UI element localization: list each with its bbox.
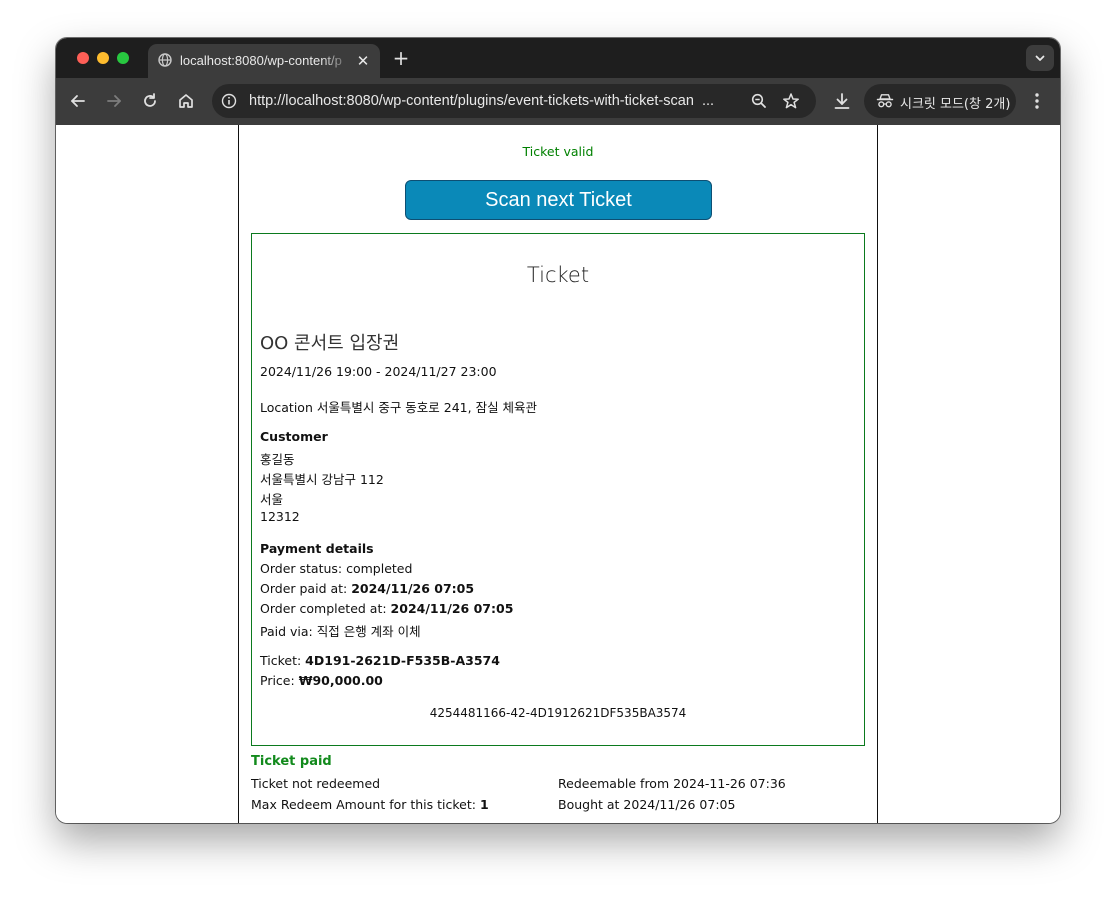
ticket-price-label: Price: xyxy=(260,673,299,688)
incognito-indicator[interactable]: 시크릿 모드(창 2개) xyxy=(864,84,1016,118)
incognito-label: 시크릿 모드(창 2개) xyxy=(900,97,1011,112)
max-redeem-amount: Max Redeem Amount for this ticket: 1 xyxy=(251,797,489,812)
plus-icon[interactable]: + xyxy=(390,47,412,69)
ticket-price-value: ₩90,000.00 xyxy=(298,673,383,688)
customer-name: 홍길동 xyxy=(260,452,295,467)
order-paid-value: 2024/11/26 07:05 xyxy=(351,581,475,596)
browser-toolbar: http://localhost:8080/wp-content/plugins… xyxy=(56,78,1060,125)
home-icon[interactable] xyxy=(175,90,197,112)
max-redeem-label: Max Redeem Amount for this ticket: xyxy=(251,797,480,812)
content-column: Ticket valid Scan next Ticket Ticket OO … xyxy=(238,125,878,823)
tab-active[interactable]: localhost:8080/wp-content/p ✕ xyxy=(148,44,380,78)
ticket-code: 4254481166-42-4D1912621DF535BA3574 xyxy=(429,706,687,720)
chevron-down-icon xyxy=(1034,52,1046,64)
order-completed-value: 2024/11/26 07:05 xyxy=(390,601,514,616)
url-ellipsis: ... xyxy=(702,93,715,109)
event-name: OO 콘서트 입장권 xyxy=(260,333,400,354)
address-bar[interactable]: http://localhost:8080/wp-content/plugins… xyxy=(212,84,816,118)
bought-at: Bought at 2024/11/26 07:05 xyxy=(558,797,736,812)
reload-icon[interactable] xyxy=(139,90,161,112)
customer-zip: 12312 xyxy=(260,509,300,524)
ticket-number-value: 4D191-2621D-F535B-A3574 xyxy=(305,653,500,668)
order-paid-label: Order paid at: xyxy=(260,581,352,596)
info-icon[interactable] xyxy=(221,93,237,109)
maximize-window-button[interactable] xyxy=(117,52,129,64)
close-window-button[interactable] xyxy=(77,52,89,64)
customer-label: Customer xyxy=(260,429,328,444)
forward-arrow-icon[interactable] xyxy=(103,90,125,112)
payment-details-label: Payment details xyxy=(260,541,374,556)
paid-via: Paid via: 직접 은행 계좌 이체 xyxy=(260,624,421,639)
redeemable-from: Redeemable from 2024-11-26 07:36 xyxy=(558,776,786,791)
star-icon[interactable] xyxy=(782,92,800,110)
ticket-valid-message: Ticket valid xyxy=(522,144,594,159)
tab-search-button[interactable] xyxy=(1026,45,1054,71)
incognito-icon xyxy=(876,92,894,110)
page-viewport: Ticket valid Scan next Ticket Ticket OO … xyxy=(56,125,1060,823)
order-completed-label: Order completed at: xyxy=(260,601,391,616)
url-text[interactable]: http://localhost:8080/wp-content/plugins… xyxy=(249,93,704,111)
ticket-card: Ticket OO 콘서트 입장권 2024/11/26 19:00 - 202… xyxy=(251,233,865,746)
globe-icon xyxy=(158,53,172,67)
download-icon[interactable] xyxy=(831,90,853,112)
more-vert-icon[interactable] xyxy=(1030,90,1044,112)
close-icon[interactable]: ✕ xyxy=(354,52,372,70)
tab-title-fade xyxy=(320,50,354,72)
ticket-paid-status: Ticket paid xyxy=(251,754,332,769)
ticket-number-label: Ticket: xyxy=(260,653,306,668)
ticket-heading: Ticket xyxy=(526,263,590,287)
order-status: Order status: completed xyxy=(260,561,413,576)
tab-strip: localhost:8080/wp-content/p ✕ + xyxy=(56,38,1060,78)
zoom-icon[interactable] xyxy=(750,92,768,110)
minimize-window-button[interactable] xyxy=(97,52,109,64)
redeem-status: Ticket not redeemed xyxy=(251,776,381,791)
event-datetime: 2024/11/26 19:00 - 2024/11/27 23:00 xyxy=(260,364,497,379)
customer-city: 서울 xyxy=(260,492,284,507)
order-completed-at: Order completed at: 2024/11/26 07:05 xyxy=(260,601,513,616)
max-redeem-value: 1 xyxy=(479,797,489,812)
browser-window: localhost:8080/wp-content/p ✕ + http://l… xyxy=(56,38,1060,823)
customer-address: 서울특별시 강남구 112 xyxy=(260,472,384,487)
back-arrow-icon[interactable] xyxy=(67,90,89,112)
event-location: Location 서울특별시 중구 동호로 241, 잠실 체육관 xyxy=(260,400,538,415)
ticket-price: Price: ₩90,000.00 xyxy=(260,673,383,688)
order-paid-at: Order paid at: 2024/11/26 07:05 xyxy=(260,581,474,596)
scan-next-ticket-button[interactable]: Scan next Ticket xyxy=(405,180,712,220)
ticket-number: Ticket: 4D191-2621D-F535B-A3574 xyxy=(260,653,500,668)
